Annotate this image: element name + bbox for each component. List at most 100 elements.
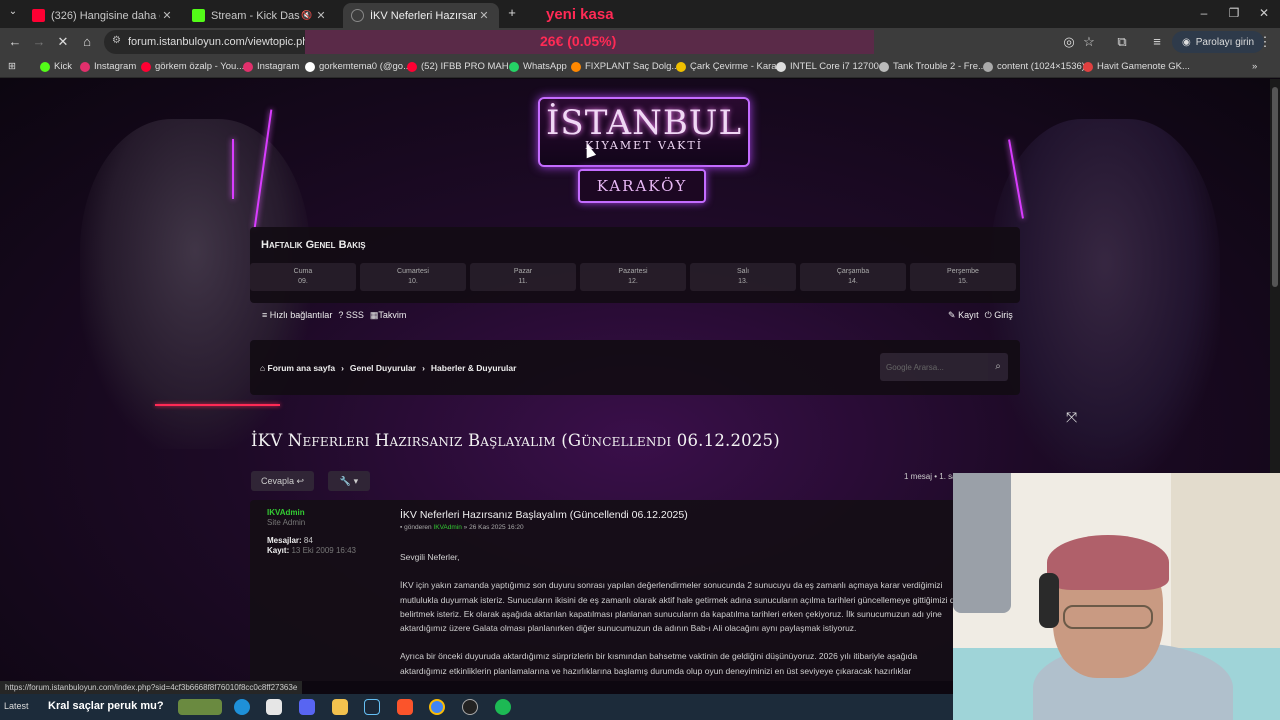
tank-icon [879, 61, 889, 72]
bookmark-tank-trouble[interactable]: Tank Trouble 2 - Fre... [879, 61, 986, 72]
bookmark-intel[interactable]: INTEL Core i7 12700... [776, 61, 887, 72]
back-button[interactable]: ← [6, 34, 24, 49]
obs-icon[interactable] [462, 699, 478, 715]
reply-button[interactable]: Cevapla ↩ [251, 471, 315, 491]
scrollbar-thumb[interactable] [1272, 87, 1278, 287]
close-tab-icon[interactable]: ✕ [477, 9, 491, 22]
site-info-icon[interactable]: ⚙ [112, 35, 121, 46]
maximize-button[interactable]: ❐ [1224, 6, 1244, 20]
breadcrumb-home[interactable]: ⌂ Forum ana sayfa [260, 363, 335, 373]
day-name: Cumartesi [397, 268, 429, 275]
brave-icon[interactable] [397, 699, 413, 715]
day-cell[interactable]: Çarşamba 14. [800, 263, 906, 291]
close-tab-icon[interactable]: ✕ [160, 9, 174, 22]
post-title[interactable]: İKV Neferleri Hazırsanız Başlayalım (Gün… [400, 509, 688, 521]
day-cell[interactable]: Cuma 09. [250, 263, 356, 291]
day-cell[interactable]: Pazar 11. [470, 263, 576, 291]
search-input[interactable]: Google Ararsa... [880, 353, 988, 381]
day-cell[interactable]: Salı 13. [690, 263, 796, 291]
apps-grid-icon[interactable]: ⊞ [8, 61, 16, 72]
bookmark-label: Instagram [94, 61, 137, 72]
hide-eye-icon[interactable]: ◎ [1060, 34, 1078, 50]
close-tab-icon[interactable]: ✕ [314, 9, 328, 22]
weather-widget-icon[interactable] [178, 699, 222, 715]
extensions-icon[interactable]: ⧉ [1113, 34, 1131, 50]
fullscreen-toggle-icon[interactable]: ⤧ [1066, 409, 1077, 426]
taskbar: Latest Kral saçlar peruk mu? [0, 694, 953, 720]
kick-icon [192, 9, 205, 22]
power-icon: ⏻ [984, 310, 992, 320]
new-tab-button[interactable]: + [503, 5, 521, 20]
bookmark-instagram[interactable]: Instagram [80, 61, 136, 72]
bookmark-fixplant[interactable]: FIXPLANT Saç Dolg... [571, 61, 679, 72]
calendar-link[interactable]: ▦Takvim [370, 310, 407, 321]
password-button[interactable]: ◉ Parolayı girin [1172, 31, 1265, 53]
bookmark-wheel[interactable]: Çark Çevirme - Kara... [676, 61, 785, 72]
day-date: 14. [848, 278, 858, 285]
bookmark-youtube[interactable]: görkem özalp - You... [141, 61, 244, 72]
reply-label: Cevapla [261, 476, 295, 486]
tab-search-icon[interactable]: ⌄ [4, 6, 22, 17]
spotify-icon[interactable] [495, 699, 511, 715]
topic-title: İKV Neferleri Hazırsanız Başlayalım (Gün… [251, 431, 780, 450]
instagram-icon [243, 61, 253, 72]
bookmark-havit[interactable]: Havit Gamenote GK... [1083, 61, 1190, 72]
breadcrumb: ⌂ Forum ana sayfa › Genel Duyurular › Ha… [260, 363, 516, 373]
search-button[interactable]: ⌕ [988, 353, 1008, 381]
intel-icon [776, 61, 786, 72]
discord-icon[interactable] [299, 699, 315, 715]
mute-tab-icon[interactable]: 🔇 [300, 10, 314, 21]
quick-links-menu[interactable]: ≡ Hızlı bağlantılar [262, 310, 332, 321]
ticker-title[interactable]: Kral saçlar peruk mu? [48, 700, 164, 712]
day-cell[interactable]: Pazartesi 12. [580, 263, 686, 291]
breadcrumb-item[interactable]: Genel Duyurular [350, 363, 416, 373]
stop-loading-button[interactable]: ✕ [54, 34, 72, 50]
register-link[interactable]: ✎ Kayıt [948, 310, 979, 321]
day-cell[interactable]: Cumartesi 10. [360, 263, 466, 291]
tab-forum-active[interactable]: İKV Neferleri Hazırsanız Başlaya ✕ [343, 3, 499, 28]
bookmark-label: Havit Gamenote GK... [1097, 61, 1190, 72]
post-meta-by: gönderen [404, 524, 432, 531]
bookmark-instagram-2[interactable]: Instagram [243, 61, 299, 72]
quick-links-label: Hızlı bağlantılar [269, 310, 333, 320]
posts-count[interactable]: 84 [304, 536, 313, 545]
chrome-icon[interactable] [429, 699, 445, 715]
bookmark-youtube-2[interactable]: (52) IFBB PRO MAH... [407, 61, 517, 72]
tab-youtube[interactable]: (326) Hangisine daha çok şaşırdı ✕ [24, 3, 182, 28]
menu-icon[interactable]: ⋮ [1256, 34, 1274, 50]
day-name: Çarşamba [836, 268, 870, 275]
login-link[interactable]: ⏻ Giriş [985, 310, 1013, 321]
post-meta-user[interactable]: IKVAdmin [433, 524, 461, 531]
site-logo[interactable]: İSTANBUL KIYAMET VAKTİ [538, 97, 750, 167]
breadcrumb-item[interactable]: Haberler & Duyurular [431, 363, 517, 373]
author-name[interactable]: IKVAdmin [267, 508, 356, 518]
tab-kick-dashboard[interactable]: Stream - Kick Dashboard 🔇 ✕ [184, 3, 336, 28]
day-cell[interactable]: Perşembe 15. [910, 263, 1016, 291]
home-button[interactable]: ⌂ [78, 34, 96, 49]
kick-icon [40, 61, 50, 72]
steam-icon[interactable] [364, 699, 380, 715]
day-date: 15. [958, 278, 968, 285]
day-date: 10. [408, 278, 418, 285]
tab-title: Stream - Kick Dashboard [211, 9, 300, 22]
minimize-button[interactable]: – [1194, 6, 1214, 20]
bookmark-whatsapp[interactable]: WhatsApp [509, 61, 567, 72]
topic-tools-button[interactable]: 🔧 ▾ [328, 471, 370, 491]
edit-icon: ✎ [948, 310, 956, 320]
post-meta-date: » 26 Kas 2025 16:20 [463, 524, 524, 531]
close-window-button[interactable]: ✕ [1254, 6, 1274, 20]
bookmark-content[interactable]: content (1024×1536) [983, 61, 1085, 72]
forward-button[interactable]: → [30, 34, 48, 49]
bookmark-tiktok[interactable]: gorkemtema0 (@go... [305, 61, 411, 72]
store-icon[interactable] [266, 699, 282, 715]
register-label: Kayıt [958, 310, 979, 320]
folder-icon[interactable] [332, 699, 348, 715]
more-bookmarks-icon[interactable]: » [1252, 61, 1257, 72]
bookmark-star-icon[interactable]: ☆ [1080, 34, 1098, 50]
bookmark-kick[interactable]: Kick [40, 61, 72, 72]
edge-icon[interactable] [234, 699, 250, 715]
faq-link[interactable]: ? SSS [338, 310, 364, 321]
link-status-bar: https://forum.istanbuloyun.com/index.php… [0, 681, 303, 694]
reading-list-icon[interactable]: ≡ [1148, 34, 1166, 49]
bookmark-label: content (1024×1536) [997, 61, 1085, 72]
